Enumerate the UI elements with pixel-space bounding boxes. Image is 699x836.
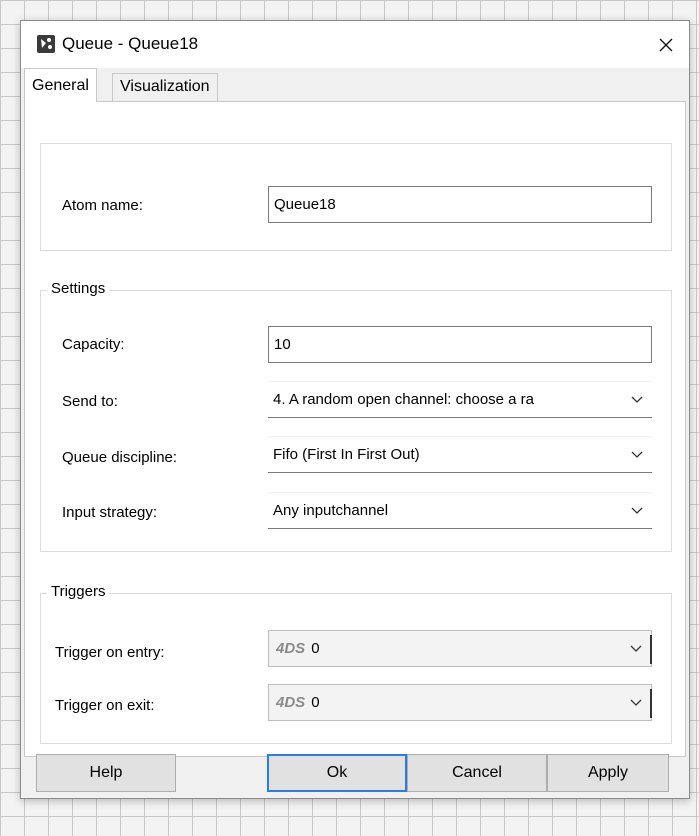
window-title: Queue - Queue18 (62, 34, 199, 53)
close-button[interactable] (643, 21, 689, 68)
atom-name-group: Atom name: Queue18 (40, 143, 672, 251)
settings-group: Settings Capacity: 10 Send to: 4. A rand… (40, 280, 672, 552)
chevron-down-icon (628, 493, 646, 528)
trigger-on-exit-value: 0 (311, 694, 320, 711)
close-icon (659, 38, 673, 51)
title-bar[interactable]: Queue - Queue18 (21, 21, 689, 68)
queue-discipline-label: Queue discipline: (62, 449, 178, 466)
atom-name-input[interactable]: Queue18 (268, 186, 652, 223)
trigger-on-entry-value: 0 (311, 640, 320, 657)
4ds-prefix: 4DS (276, 640, 306, 657)
chevron-down-icon (627, 685, 645, 720)
capacity-label: Capacity: (62, 336, 125, 353)
queue-discipline-value: Fifo (First In First Out) (273, 446, 420, 463)
triggers-group: Triggers Trigger on entry: 4DS 0 Trigger … (40, 583, 672, 744)
trigger-on-entry-select[interactable]: 4DS 0 (268, 630, 652, 667)
help-button[interactable]: Help (36, 754, 176, 792)
atom-name-label: Atom name: (62, 197, 143, 214)
trigger-on-exit-label: Trigger on exit: (55, 697, 155, 714)
tab-visualization[interactable]: Visualization (112, 73, 218, 101)
chevron-down-icon (627, 631, 645, 666)
input-strategy-label: Input strategy: (62, 504, 158, 521)
app-icon (37, 35, 55, 53)
tab-general[interactable]: General (24, 68, 97, 102)
input-strategy-value: Any inputchannel (273, 502, 389, 519)
input-strategy-select[interactable]: Any inputchannel (268, 492, 652, 529)
chevron-down-icon (628, 437, 646, 472)
cancel-button[interactable]: Cancel (407, 754, 547, 792)
queue-dialog: Queue - Queue18 General Visualization At… (20, 20, 690, 799)
combo-edge (650, 689, 652, 718)
send-to-value: 4. A random open channel: choose a ra (273, 391, 535, 408)
chevron-down-icon (628, 382, 646, 417)
queue-discipline-select[interactable]: Fifo (First In First Out) (268, 436, 652, 473)
apply-button[interactable]: Apply (547, 754, 669, 792)
triggers-legend: Triggers (47, 583, 110, 600)
tab-bar: General Visualization (21, 68, 689, 102)
combo-edge (650, 635, 652, 664)
trigger-on-exit-select[interactable]: 4DS 0 (268, 684, 652, 721)
ok-button[interactable]: Ok (267, 754, 407, 792)
settings-legend: Settings (47, 280, 110, 297)
trigger-on-entry-label: Trigger on entry: (55, 644, 165, 661)
send-to-select[interactable]: 4. A random open channel: choose a ra (268, 381, 652, 418)
capacity-input[interactable]: 10 (268, 326, 652, 363)
4ds-prefix: 4DS (276, 694, 306, 711)
general-tab-panel: Atom name: Queue18 Settings Capacity: 10… (24, 101, 686, 757)
send-to-label: Send to: (62, 393, 118, 410)
